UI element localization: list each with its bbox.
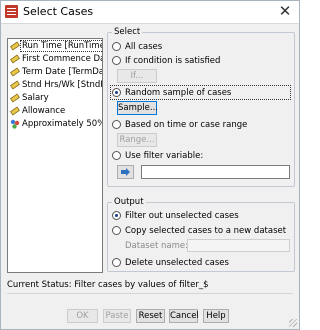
spss-dialog-icon <box>5 5 18 18</box>
current-status: Current Status: Filter cases by values o… <box>7 280 209 290</box>
radio-button[interactable] <box>112 258 121 267</box>
radio-label: Filter out unselected cases <box>125 211 239 221</box>
select-group-label: Select <box>112 26 143 38</box>
radio-button[interactable] <box>112 42 121 51</box>
title-bar: Select Cases ✕ <box>1 1 299 24</box>
divider <box>7 293 293 294</box>
list-item[interactable]: Salary <box>9 92 102 104</box>
select-cases-dialog: Select Cases ✕ Run Time [RunTime] First … <box>0 0 300 330</box>
scale-ruler-icon <box>10 93 20 103</box>
variable-name: Term Date [TermDa... <box>22 67 102 77</box>
range-button[interactable]: Range... <box>117 133 157 147</box>
ok-button[interactable]: OK <box>67 309 98 323</box>
scale-ruler-icon <box>10 67 20 77</box>
help-button[interactable]: Help <box>203 309 229 323</box>
variable-name: Allowance <box>22 106 66 116</box>
variable-name: Stnd Hrs/Wk [StndH... <box>22 80 102 90</box>
move-right-arrow-icon[interactable] <box>117 165 134 179</box>
paste-button[interactable]: Paste <box>103 309 131 323</box>
radio-label: If condition is satisfied <box>125 56 221 66</box>
dialog-title: Select Cases <box>23 5 94 18</box>
sample-button[interactable]: Sample... <box>117 101 158 115</box>
radio-label: Copy selected cases to a new dataset <box>125 226 287 236</box>
filter-variable-field[interactable] <box>141 165 290 179</box>
dataset-name-field[interactable] <box>187 239 290 252</box>
variable-name: First Commence Da... <box>22 54 102 64</box>
radio-button[interactable] <box>112 226 121 235</box>
radio-label: Random sample of cases <box>125 88 232 98</box>
dataset-name-label: Dataset name: <box>125 241 188 251</box>
scale-ruler-icon <box>10 41 20 51</box>
nominal-balls-icon <box>10 119 20 129</box>
radio-label: All cases <box>125 42 163 52</box>
radio-label: Delete unselected cases <box>125 258 229 268</box>
radio-label: Based on time or case range <box>125 120 248 130</box>
scale-ruler-icon <box>10 54 20 64</box>
list-item[interactable]: Allowance <box>9 105 102 117</box>
scale-ruler-icon <box>10 80 20 90</box>
list-item[interactable]: Term Date [TermDa... <box>9 66 102 78</box>
radio-label: Use filter variable: <box>125 151 204 161</box>
reset-button[interactable]: Reset <box>136 309 165 323</box>
list-item[interactable]: Approximately 50% ... <box>9 118 102 130</box>
list-item[interactable]: First Commence Da... <box>9 53 102 65</box>
resize-grip[interactable] <box>289 319 297 327</box>
radio-button[interactable] <box>112 88 121 97</box>
variable-name: Salary <box>22 93 49 103</box>
scale-ruler-icon <box>10 106 20 116</box>
variable-list[interactable]: Run Time [RunTime] First Commence Da... … <box>7 38 103 273</box>
variable-name: Run Time [RunTime] <box>20 40 102 52</box>
cancel-button[interactable]: Cancel <box>169 309 199 323</box>
move-right-arrow-glyph <box>121 168 130 176</box>
close-icon[interactable]: ✕ <box>271 1 299 23</box>
list-item[interactable]: Run Time [RunTime] <box>9 40 102 52</box>
radio-button[interactable] <box>112 151 121 160</box>
radio-button[interactable] <box>112 211 121 220</box>
radio-button[interactable] <box>112 56 121 65</box>
radio-button[interactable] <box>112 120 121 129</box>
variable-name: Approximately 50% ... <box>22 119 102 129</box>
output-group-label: Output <box>112 196 146 208</box>
if-button[interactable]: If... <box>117 69 157 83</box>
list-item[interactable]: Stnd Hrs/Wk [StndH... <box>9 79 102 91</box>
